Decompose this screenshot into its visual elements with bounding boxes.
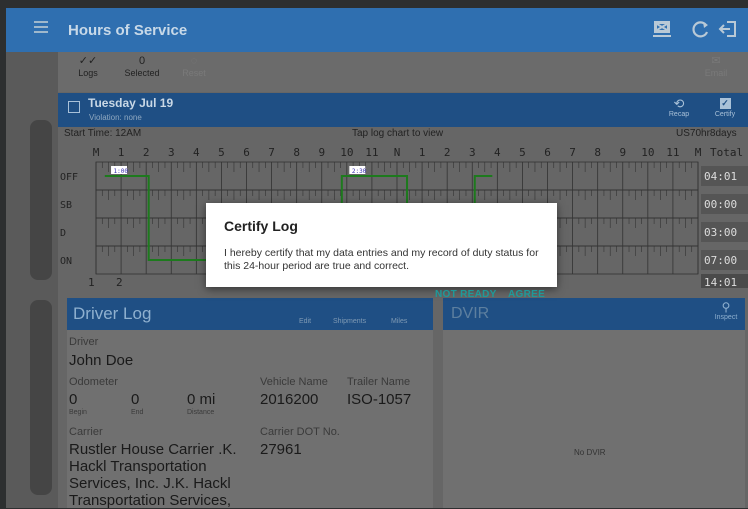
dialog-message: I hereby certify that my data entries an… <box>224 247 539 272</box>
certify-dialog: Certify Log I hereby certify that my dat… <box>206 203 557 300</box>
dialog-title: Certify Log <box>224 218 298 234</box>
agree-button[interactable]: AGREE <box>508 289 545 300</box>
not-ready-button[interactable]: NOT READY <box>435 289 497 300</box>
